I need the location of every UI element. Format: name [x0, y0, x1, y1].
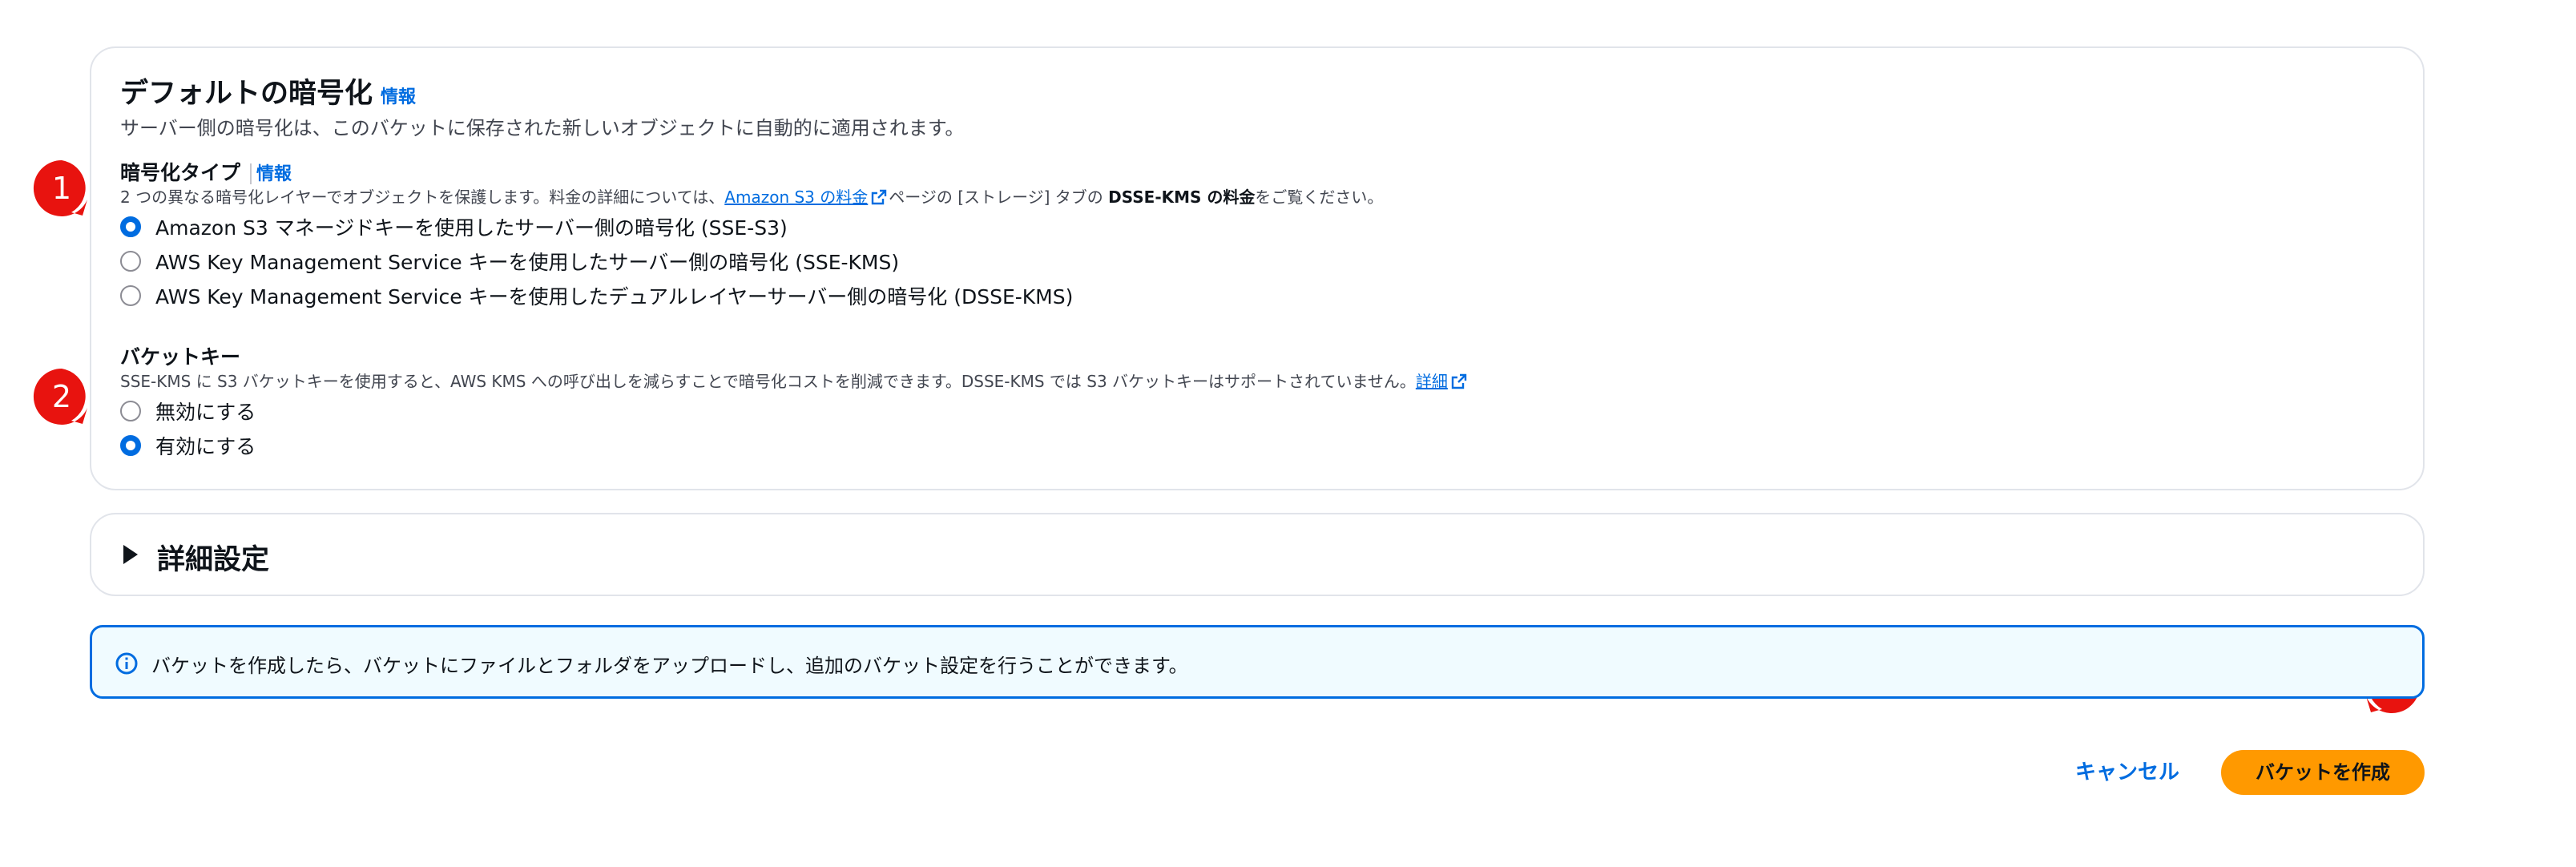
- bucket-key-description: SSE-KMS に S3 バケットキーを使用すると、AWS KMS への呼び出し…: [120, 369, 1469, 392]
- section-description: サーバー側の暗号化は、このバケットに保存された新しいオブジェクトに自動的に適用さ…: [120, 117, 965, 139]
- s3-pricing-link[interactable]: Amazon S3 の料金: [724, 188, 868, 207]
- radio-label: AWS Key Management Service キーを使用したサーバー側の…: [155, 251, 900, 274]
- info-circle-icon: [115, 652, 138, 675]
- advanced-settings-title[interactable]: 詳細設定: [157, 537, 269, 578]
- marker-number: 1: [51, 171, 72, 206]
- radio-sse-kms[interactable]: AWS Key Management Service キーを使用したサーバー側の…: [120, 248, 899, 275]
- desc-text-pre: 2 つの異なる暗号化レイヤーでオブジェクトを保護します。料金の詳細については、: [120, 188, 725, 207]
- marker-number: 2: [51, 379, 72, 414]
- label-divider: [250, 163, 252, 184]
- radio-bucket-key-disable[interactable]: 無効にする: [120, 397, 256, 425]
- radio-dsse-kms[interactable]: AWS Key Management Service キーを使用したデュアルレイ…: [120, 282, 1073, 309]
- info-alert: バケットを作成したら、バケットにファイルとフォルダをアップロードし、追加のバケッ…: [90, 625, 2425, 699]
- bucket-key-label: バケットキー: [120, 345, 241, 369]
- cancel-button[interactable]: キャンセル: [2059, 747, 2195, 798]
- desc-text-mid: ページの [ストレージ] タブの: [889, 188, 1109, 207]
- radio-button-checked[interactable]: [120, 216, 141, 237]
- annotation-marker-1: 1: [32, 159, 91, 218]
- radio-label: 有効にする: [155, 435, 256, 458]
- radio-button[interactable]: [120, 285, 141, 306]
- desc-text-bold: DSSE-KMS の料金: [1108, 188, 1256, 207]
- radio-button-checked[interactable]: [120, 435, 141, 456]
- encryption-type-label-text: 暗号化タイプ: [120, 161, 241, 184]
- info-link[interactable]: 情報: [381, 87, 416, 107]
- radio-sse-s3[interactable]: Amazon S3 マネージドキーを使用したサーバー側の暗号化 (SSE-S3): [120, 213, 788, 240]
- radio-label: AWS Key Management Service キーを使用したデュアルレイ…: [155, 285, 1074, 308]
- encryption-type-label: 暗号化タイプ 情報: [120, 157, 292, 186]
- create-bucket-button[interactable]: バケットを作成: [2221, 750, 2425, 795]
- radio-button[interactable]: [120, 401, 141, 421]
- details-link[interactable]: 詳細: [1416, 372, 1448, 391]
- section-title-text: デフォルトの暗号化: [120, 78, 373, 110]
- bucket-key-desc-text: SSE-KMS に S3 バケットキーを使用すると、AWS KMS への呼び出し…: [120, 372, 1416, 391]
- external-link-icon: [872, 189, 887, 205]
- radio-bucket-key-enable[interactable]: 有効にする: [120, 432, 256, 459]
- radio-label: Amazon S3 マネージドキーを使用したサーバー側の暗号化 (SSE-S3): [155, 216, 788, 240]
- section-title: デフォルトの暗号化 情報: [120, 71, 416, 111]
- alert-text: バケットを作成したら、バケットにファイルとフォルダをアップロードし、追加のバケッ…: [151, 655, 1188, 677]
- desc-text-post: をご覧ください。: [1255, 188, 1384, 207]
- encryption-type-info-link[interactable]: 情報: [256, 164, 292, 184]
- radio-button[interactable]: [120, 251, 141, 272]
- external-link-icon: [1451, 373, 1467, 389]
- default-encryption-panel: デフォルトの暗号化 情報 サーバー側の暗号化は、このバケットに保存された新しいオブ…: [90, 46, 2425, 490]
- radio-label: 無効にする: [155, 401, 256, 424]
- caret-right-icon[interactable]: [123, 545, 138, 564]
- encryption-type-description: 2 つの異なる暗号化レイヤーでオブジェクトを保護します。料金の詳細については、A…: [120, 184, 1383, 208]
- annotation-marker-2: 2: [32, 367, 91, 426]
- advanced-settings-panel[interactable]: 詳細設定: [90, 513, 2425, 596]
